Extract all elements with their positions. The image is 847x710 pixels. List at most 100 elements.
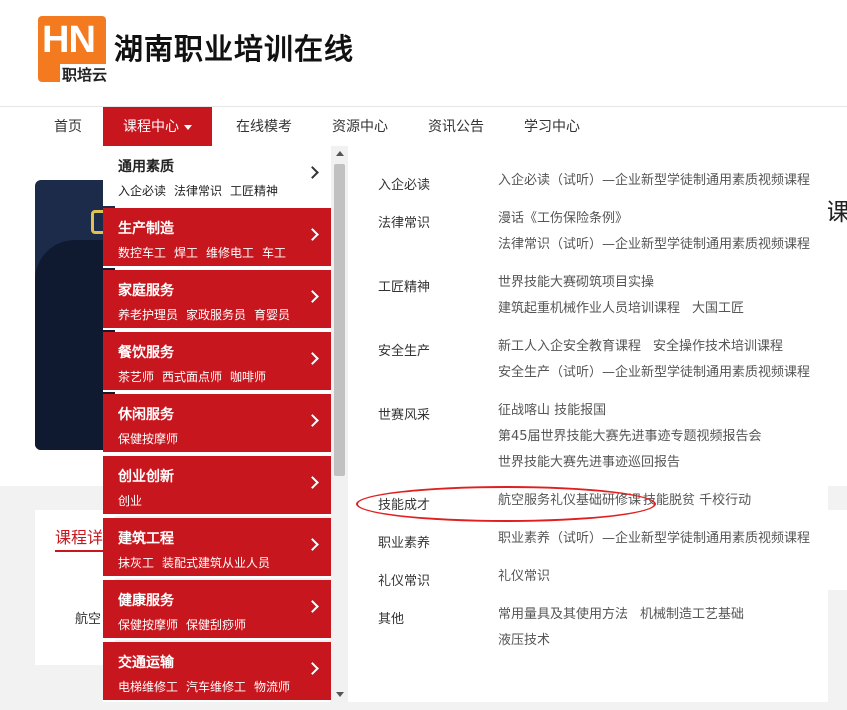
detail-row-label[interactable]: 法律常识: [378, 212, 430, 231]
course-link[interactable]: 礼仪常识: [498, 569, 550, 584]
nav-resource-center[interactable]: 资源中心: [332, 107, 388, 147]
category-title: 餐饮服务: [118, 345, 174, 361]
subcategory-link[interactable]: 维修电工: [206, 246, 254, 260]
subcategory-link[interactable]: 数控车工: [118, 246, 166, 260]
course-link[interactable]: 新工人入企安全教育课程: [498, 339, 641, 354]
subcategory-link[interactable]: 咖啡师: [230, 370, 266, 384]
subcategory-link[interactable]: 创业: [118, 494, 142, 508]
nav-mock-exam[interactable]: 在线模考: [236, 107, 292, 147]
category-transport[interactable]: 交通运输 电梯维修工 汽车维修工 物流师: [103, 642, 331, 702]
scroll-down-arrow-icon[interactable]: [336, 692, 344, 697]
category-title: 家庭服务: [118, 283, 174, 299]
course-link[interactable]: 液压技术: [498, 633, 550, 648]
subcategory-link[interactable]: 保健刮痧师: [186, 618, 246, 632]
subcategory-link[interactable]: 装配式建筑从业人员: [162, 556, 270, 570]
course-link[interactable]: 技能脱贫 千校行动: [643, 493, 751, 508]
category-subs: 数控车工 焊工 维修电工 车工: [118, 244, 294, 261]
nav-course-center[interactable]: 课程中心: [103, 107, 212, 147]
subcategory-link[interactable]: 电梯维修工: [118, 680, 178, 694]
site-header: HN 职培云 湖南职业培训在线: [0, 0, 847, 106]
category-title: 健康服务: [118, 593, 174, 609]
subcategory-link[interactable]: 车工: [262, 246, 286, 260]
course-link[interactable]: 安全操作技术培训课程: [653, 339, 783, 354]
main-nav: 首页 课程中心 在线模考 资源中心 资讯公告 学习中心: [0, 106, 847, 147]
logo-letters: HN: [42, 19, 96, 61]
subcategory-link[interactable]: 抹灰工: [118, 556, 154, 570]
detail-row-links: 新工人入企安全教育课程 安全操作技术培训课程 安全生产（试听）—企业新型学徒制通用…: [498, 334, 828, 386]
nav-learning-center[interactable]: 学习中心: [524, 107, 580, 147]
course-link[interactable]: 大国工匠: [692, 301, 744, 316]
course-link[interactable]: 建筑起重机械作业人员培训课程: [498, 301, 680, 316]
subcategory-link[interactable]: 家政服务员: [186, 308, 246, 322]
course-detail-title: 课程详: [55, 528, 104, 547]
course-link[interactable]: 入企必读（试听）—企业新型学徒制通用素质视频课程: [498, 173, 810, 188]
course-link[interactable]: 征战喀山 技能报国: [498, 403, 606, 418]
subcategory-link[interactable]: 保健按摩师: [118, 432, 178, 446]
nav-course-center-label: 课程中心: [123, 119, 179, 135]
category-home-service[interactable]: 家庭服务 养老护理员 家政服务员 育婴员: [103, 270, 331, 330]
category-title: 交通运输: [118, 655, 174, 671]
course-link[interactable]: 职业素养（试听）—企业新型学徒制通用素质视频课程: [498, 531, 810, 546]
logo-subtitle: 职培云: [60, 64, 110, 85]
course-link[interactable]: 机械制造工艺基础: [640, 607, 744, 622]
category-leisure[interactable]: 休闲服务 保健按摩师: [103, 394, 331, 454]
site-title: 湖南职业培训在线: [114, 32, 355, 66]
detail-row-label[interactable]: 世赛风采: [378, 404, 430, 423]
subcategory-link[interactable]: 物流师: [254, 680, 290, 694]
course-link[interactable]: 常用量具及其使用方法: [498, 607, 628, 622]
detail-row-label[interactable]: 其他: [378, 608, 404, 627]
course-link[interactable]: 法律常识（试听）—企业新型学徒制通用素质视频课程: [498, 237, 810, 252]
clipped-panel: [828, 510, 847, 590]
category-catering[interactable]: 餐饮服务 茶艺师 西式面点师 咖啡师: [103, 332, 331, 392]
category-entrepreneurship[interactable]: 创业创新 创业: [103, 456, 331, 516]
subcategory-link[interactable]: 入企必读: [118, 184, 166, 198]
subcategory-link[interactable]: 法律常识: [174, 184, 222, 198]
category-subs: 养老护理员 家政服务员 育婴员: [118, 306, 298, 323]
nav-announcements[interactable]: 资讯公告: [428, 107, 484, 147]
detail-row-label[interactable]: 入企必读: [378, 174, 430, 193]
category-title: 建筑工程: [118, 531, 174, 547]
scroll-up-arrow-icon[interactable]: [336, 151, 344, 156]
detail-row-label[interactable]: 安全生产: [378, 340, 430, 359]
nav-home[interactable]: 首页: [54, 107, 82, 147]
detail-row-links: 礼仪常识: [498, 564, 828, 590]
category-subs: 入企必读 法律常识 工匠精神: [118, 182, 286, 199]
course-link[interactable]: 安全生产（试听）—企业新型学徒制通用素质视频课程: [498, 365, 810, 380]
subcategory-link[interactable]: 汽车维修工: [186, 680, 246, 694]
detail-row-label[interactable]: 礼仪常识: [378, 570, 430, 589]
category-general-quality[interactable]: 通用素质 入企必读 法律常识 工匠精神: [103, 146, 331, 206]
category-manufacturing[interactable]: 生产制造 数控车工 焊工 维修电工 车工: [103, 208, 331, 268]
subcategory-link[interactable]: 育婴员: [254, 308, 290, 322]
subcategory-link[interactable]: 茶艺师: [118, 370, 154, 384]
course-link[interactable]: 第45届世界技能大赛先进事迹专题视频报告会: [498, 429, 762, 444]
subcategory-detail-panel: 入企必读 入企必读（试听）—企业新型学徒制通用素质视频课程 法律常识 漫话《工伤…: [348, 146, 828, 702]
category-title: 通用素质: [118, 159, 174, 175]
detail-row-links: 入企必读（试听）—企业新型学徒制通用素质视频课程: [498, 168, 828, 194]
category-health[interactable]: 健康服务 保健按摩师 保健刮痧师: [103, 580, 331, 640]
category-title: 创业创新: [118, 469, 174, 485]
chevron-right-icon: [306, 166, 319, 179]
course-link[interactable]: 漫话《工伤保险条例》: [498, 211, 628, 226]
category-title: 生产制造: [118, 221, 174, 237]
detail-row-label[interactable]: 工匠精神: [378, 276, 430, 295]
course-link[interactable]: 世界技能大赛先进事迹巡回报告: [498, 455, 680, 470]
detail-row-links: 常用量具及其使用方法 机械制造工艺基础 液压技术: [498, 602, 828, 654]
subcategory-link[interactable]: 西式面点师: [162, 370, 222, 384]
category-menu: 通用素质 入企必读 法律常识 工匠精神 生产制造 数控车工 焊工 维修电工 车工 家庭服务…: [103, 146, 331, 706]
category-scrollbar[interactable]: [331, 146, 348, 702]
category-subs: 电梯维修工 汽车维修工 物流师: [118, 678, 298, 695]
subcategory-link[interactable]: 工匠精神: [230, 184, 278, 198]
detail-row-label[interactable]: 职业素养: [378, 532, 430, 551]
chevron-right-icon: [306, 290, 319, 303]
chevron-right-icon: [306, 352, 319, 365]
detail-row-links: 世界技能大赛砌筑项目实操 建筑起重机械作业人员培训课程 大国工匠: [498, 270, 828, 322]
scroll-thumb[interactable]: [334, 164, 345, 476]
category-subs: 茶艺师 西式面点师 咖啡师: [118, 368, 274, 385]
subcategory-link[interactable]: 养老护理员: [118, 308, 178, 322]
category-construction[interactable]: 建筑工程 抹灰工 装配式建筑从业人员: [103, 518, 331, 578]
subcategory-link[interactable]: 焊工: [174, 246, 198, 260]
detail-row-links: 职业素养（试听）—企业新型学徒制通用素质视频课程: [498, 526, 828, 552]
course-link[interactable]: 世界技能大赛砌筑项目实操: [498, 275, 654, 290]
subcategory-link[interactable]: 保健按摩师: [118, 618, 178, 632]
detail-row-links: 征战喀山 技能报国 第45届世界技能大赛先进事迹专题视频报告会 世界技能大赛先进…: [498, 398, 828, 476]
